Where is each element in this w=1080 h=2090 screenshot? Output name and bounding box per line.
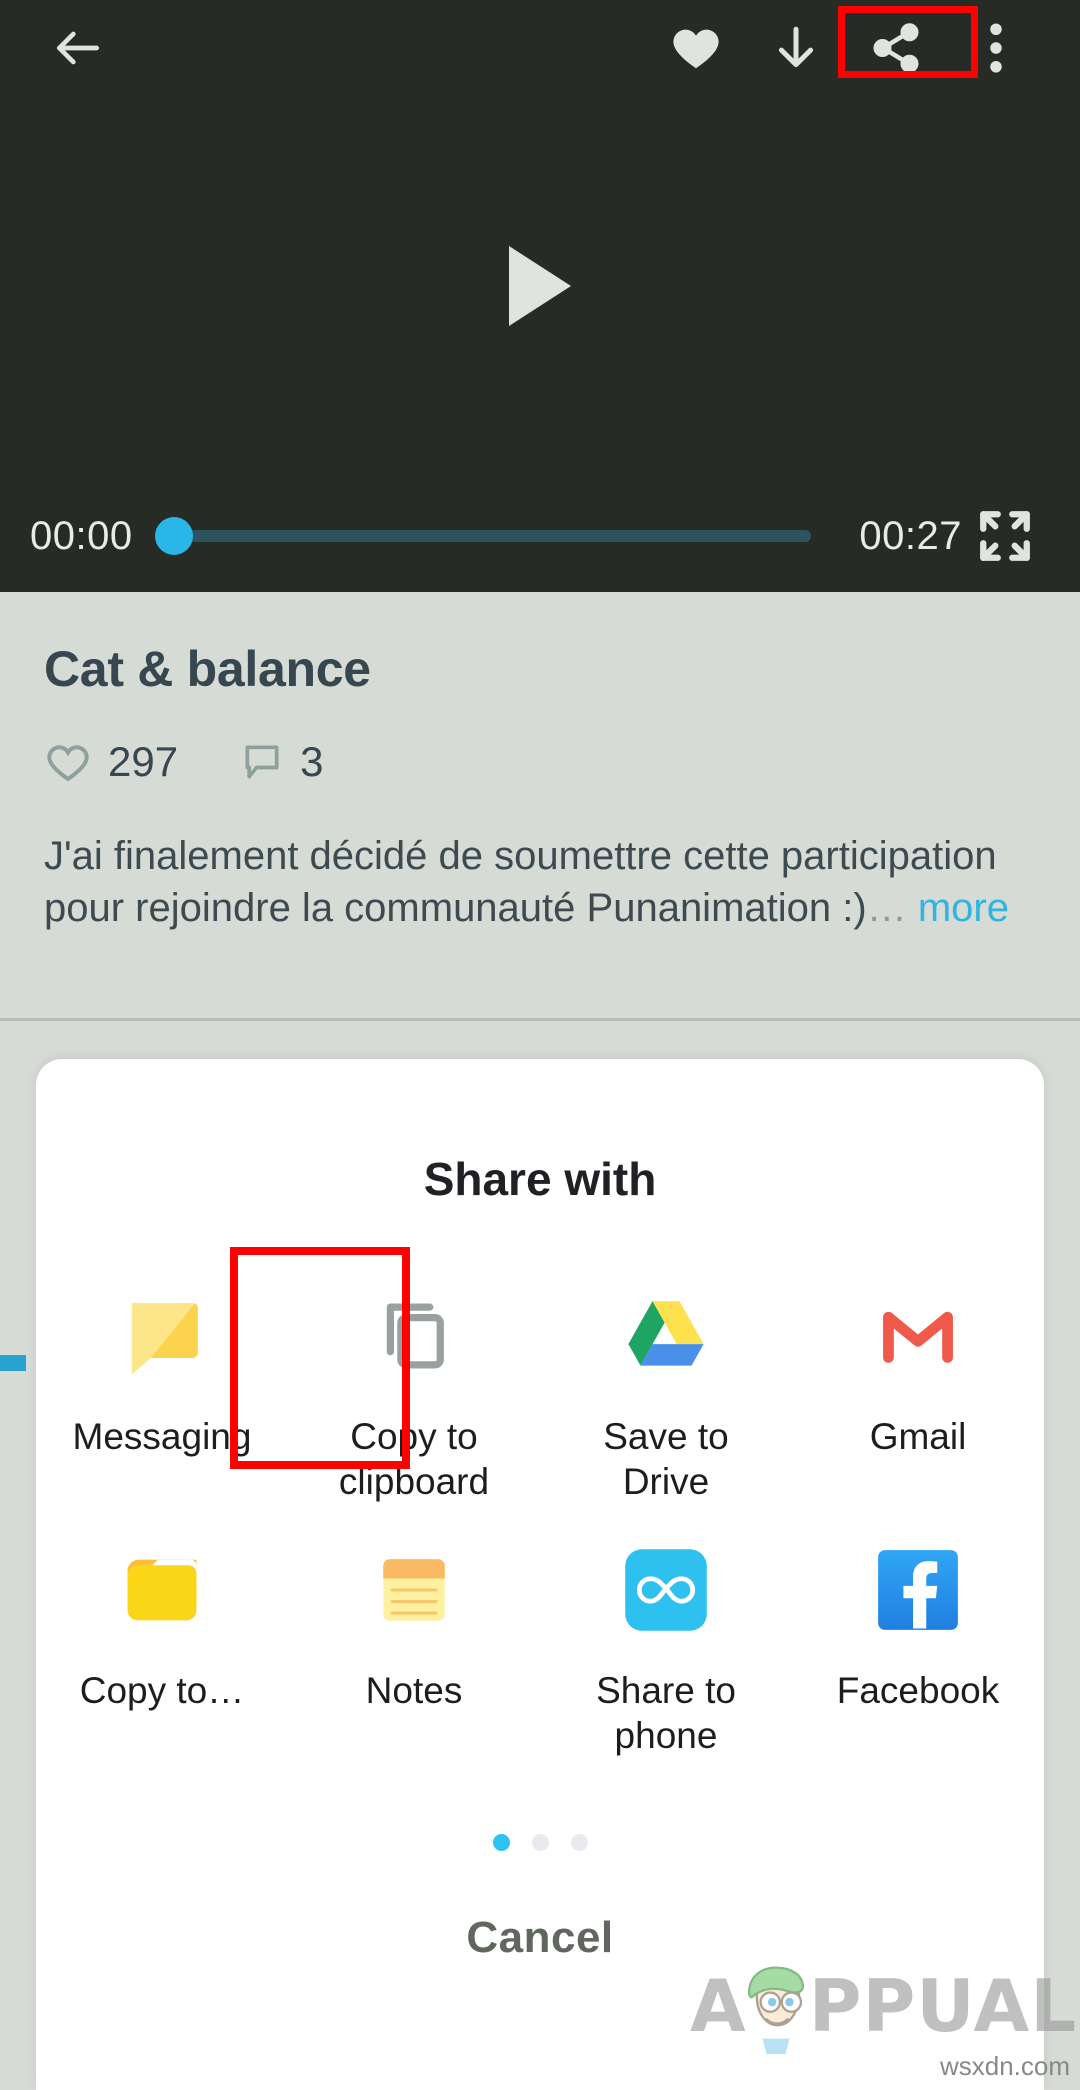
- back-arrow-icon: [57, 31, 99, 65]
- share-sheet: Share with Messaging Copy to clipboard S…: [36, 1059, 1044, 2090]
- seek-track: [172, 530, 812, 542]
- source-label: wsxdn.com: [939, 2051, 1070, 2081]
- more-vertical-icon: [990, 23, 1002, 73]
- comment-bubble-icon: [245, 745, 279, 779]
- page-title: Cat & balance: [44, 641, 371, 697]
- share-to-phone-infinity-icon: [614, 1538, 718, 1642]
- share-target-notes[interactable]: Notes: [288, 1538, 540, 1758]
- total-time-label: 00:27: [859, 513, 962, 558]
- watermark-brand: PPUALS: [808, 1964, 1080, 2048]
- seek-thumb[interactable]: [154, 517, 193, 555]
- download-arrow-icon: [778, 26, 814, 68]
- section-divider: [0, 1018, 1080, 1021]
- screen: 00:00 00:27 Cat & balance 297 3 J'ai fin…: [0, 0, 1080, 2090]
- like-count: 297: [108, 738, 179, 785]
- post-description: J'ai finalement décidé de soumettre cett…: [44, 830, 1036, 934]
- favorite-button[interactable]: [646, 0, 746, 96]
- fullscreen-icon: [980, 511, 1030, 561]
- fullscreen-button[interactable]: [962, 507, 1048, 565]
- copy-to-clipboard-highlight: [230, 1247, 410, 1469]
- share-sheet-title: Share with: [423, 1153, 657, 1205]
- share-target-share-to-phone[interactable]: Share to phone: [540, 1538, 792, 1758]
- post-stats: 297 3: [44, 738, 1036, 786]
- page-dot-3[interactable]: [570, 1834, 588, 1851]
- google-drive-icon: [614, 1284, 718, 1388]
- messaging-bubble-icon: [110, 1284, 214, 1388]
- seek-bar[interactable]: [154, 513, 838, 559]
- share-button-highlight: [838, 6, 978, 78]
- play-button[interactable]: [0, 246, 1080, 326]
- video-player[interactable]: 00:00 00:27: [0, 0, 1080, 592]
- current-time-label: 00:00: [30, 513, 133, 558]
- heart-outline-icon: [47, 745, 89, 782]
- page-dot-1[interactable]: [492, 1834, 510, 1851]
- description-text: J'ai finalement décidé de soumettre cett…: [44, 834, 997, 930]
- share-target-label: Messaging: [72, 1416, 252, 1457]
- share-target-label: Save to Drive: [603, 1416, 729, 1502]
- share-target-label: Facebook: [836, 1670, 1000, 1711]
- cancel-button[interactable]: Cancel: [36, 1913, 1044, 1963]
- share-target-label: Copy to…: [79, 1670, 245, 1711]
- share-target-gmail[interactable]: Gmail: [792, 1284, 1044, 1504]
- like-stat[interactable]: 297: [44, 738, 178, 786]
- more-link[interactable]: more: [918, 886, 1009, 930]
- page-dot-2[interactable]: [531, 1834, 549, 1851]
- facebook-icon: [866, 1538, 970, 1642]
- page-indicator-dots: [36, 1834, 1044, 1851]
- back-button[interactable]: [0, 20, 106, 76]
- share-target-label: Notes: [365, 1670, 463, 1711]
- player-controls: 00:00 00:27: [0, 480, 1080, 592]
- background-accent-tab: [0, 1355, 26, 1371]
- play-triangle-icon: [509, 246, 571, 326]
- share-app-grid: Messaging Copy to clipboard Save to Driv…: [36, 1284, 1044, 1758]
- share-target-label: Gmail: [869, 1416, 967, 1457]
- gmail-icon: [866, 1284, 970, 1388]
- download-button[interactable]: [746, 0, 846, 96]
- share-target-save-to-drive[interactable]: Save to Drive: [540, 1284, 792, 1504]
- appuals-watermark: A PPUALS: [690, 1958, 1080, 2054]
- post-info: Cat & balance 297 3 J'ai finalement déci…: [0, 592, 1080, 1014]
- description-ellipsis: …: [866, 886, 907, 930]
- share-target-facebook[interactable]: Facebook: [792, 1538, 1044, 1758]
- share-target-label: Share to phone: [596, 1670, 736, 1756]
- comment-stat[interactable]: 3: [240, 738, 323, 786]
- share-target-copy-to[interactable]: Copy to…: [36, 1538, 288, 1758]
- comment-count: 3: [300, 738, 324, 785]
- notes-icon: [362, 1538, 466, 1642]
- folder-icon: [110, 1538, 214, 1642]
- appuals-mascot-icon: [747, 1966, 804, 2054]
- heart-icon: [673, 29, 719, 69]
